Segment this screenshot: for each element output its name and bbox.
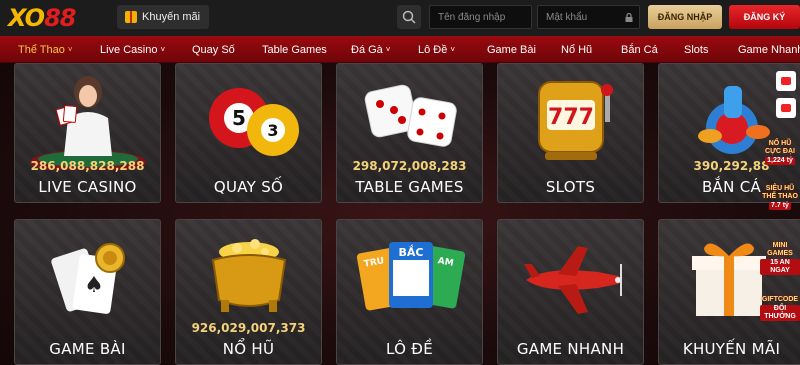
nav-item-game-bai[interactable]: Game Bài [487, 36, 536, 63]
support-button[interactable] [776, 98, 796, 118]
site-logo[interactable]: XO 88 [8, 4, 76, 32]
promotion-button[interactable]: Khuyến mãi [117, 5, 209, 29]
chevron-down-icon: ˅ [450, 45, 456, 54]
svg-text:3: 3 [267, 121, 278, 140]
nav-item-lo-de[interactable]: Lô Đề ˅ [418, 36, 455, 63]
register-button[interactable]: ĐĂNG KÝ [729, 5, 800, 29]
side-promo-giftcode[interactable]: GIFTCODE ĐỔI THƯỞNG [760, 296, 800, 321]
password-input[interactable]: Mật khẩu [537, 5, 640, 29]
card-title: GAME NHANH [516, 340, 625, 358]
nav-item-no-hu[interactable]: Nổ Hũ [561, 36, 592, 63]
card-no-hu[interactable]: 926,029,007,373 NỔ HŨ [175, 219, 322, 365]
main-nav: Thể Thao ˅ Live Casino ˅ Quay Số Table Gam… [0, 36, 800, 63]
chat-icon [781, 77, 791, 85]
jackpot-counter: 926,029,007,373 [191, 321, 306, 335]
card-live-casino[interactable]: 286,088,828,288 LIVE CASINO [14, 63, 161, 203]
chevron-down-icon: ˅ [385, 45, 391, 54]
svg-text:BẮC: BẮC [398, 244, 423, 259]
nav-item-slots[interactable]: Slots [684, 36, 708, 63]
card-slots[interactable]: 777 SLOTS [497, 63, 644, 203]
card-table-games[interactable]: 298,072,008,283 TABLE GAMES [336, 63, 483, 203]
dice-icon [364, 84, 457, 147]
promotion-label: Khuyến mãi [142, 11, 201, 23]
svg-text:♠: ♠ [84, 273, 104, 298]
airplane-icon [523, 246, 622, 314]
card-game-nhanh[interactable]: GAME NHANH [497, 219, 644, 365]
card-title: TABLE GAMES [355, 178, 464, 196]
card-title: NỔ HŨ [222, 340, 275, 358]
side-promo-jackpot[interactable]: NỔ HŨ CỰC ĐẠI 1,224 tỷ [760, 140, 800, 165]
card-khuyen-mai[interactable]: KHUYẾN MÃI [658, 219, 800, 365]
card-title: LIVE CASINO [38, 178, 137, 196]
gift-icon [125, 11, 137, 23]
jackpot-counter: 286,088,828,288 [30, 159, 145, 173]
nav-item-ban-ca[interactable]: Bắn Cá [621, 36, 658, 63]
nav-item-table-games[interactable]: Table Games [262, 36, 327, 63]
lock-icon [625, 13, 633, 22]
svg-text:777: 777 [548, 105, 594, 130]
card-title: GAME BÀI [49, 340, 126, 358]
treasure-pot-icon [211, 239, 286, 312]
username-input[interactable]: Tên đăng nhập [429, 5, 532, 29]
side-promo-mini-games[interactable]: MINI GAMES 15 AN NGAY [760, 242, 800, 275]
card-title: QUAY SỐ [213, 178, 284, 196]
chevron-down-icon: ˅ [67, 45, 73, 54]
chevron-down-icon: ˅ [160, 45, 166, 54]
message-icon [781, 104, 791, 112]
playing-cards-icon: ♠ [50, 243, 125, 314]
svg-text:5: 5 [232, 106, 246, 130]
lottery-balls-icon: 5 3 [208, 88, 299, 156]
card-title: SLOTS [545, 178, 596, 196]
nav-item-the-thao[interactable]: Thể Thao ˅ [18, 36, 73, 63]
nav-item-quay-so[interactable]: Quay Số [192, 36, 235, 63]
side-promo-sports-jackpot[interactable]: SIÊU HŨ THỂ THAO 7.7 tỷ [760, 185, 800, 210]
card-lo-de[interactable]: TRU AM BẮC LÔ ĐỀ [336, 219, 483, 365]
search-icon [402, 10, 416, 24]
jackpot-counter: 298,072,008,283 [352, 159, 467, 173]
game-grid: 286,088,828,288 LIVE CASINO 5 3 QUAY SỐ … [0, 63, 800, 365]
slot-machine-icon: 777 [537, 81, 613, 160]
card-game-bai[interactable]: ♠ GAME BÀI [14, 219, 161, 365]
nav-item-da-ga[interactable]: Đá Gà ˅ [351, 36, 390, 63]
top-header: XO 88 Khuyến mãi Tên đăng nhập Mật khẩu Đ… [0, 0, 800, 36]
nav-item-live-casino[interactable]: Live Casino ˅ [100, 36, 165, 63]
search-button[interactable] [397, 5, 421, 29]
chat-button[interactable] [776, 71, 796, 91]
card-quay-so[interactable]: 5 3 QUAY SỐ [175, 63, 322, 203]
dealer-illustration [29, 76, 146, 170]
lottery-tickets-icon: TRU AM BẮC [356, 242, 465, 311]
card-title: LÔ ĐỀ [386, 340, 433, 358]
card-title: KHUYẾN MÃI [682, 340, 781, 358]
password-placeholder: Mật khẩu [546, 11, 588, 23]
login-button[interactable]: ĐĂNG NHẬP [648, 5, 722, 29]
nav-item-game-nhanh[interactable]: Game Nhanh [738, 36, 800, 63]
